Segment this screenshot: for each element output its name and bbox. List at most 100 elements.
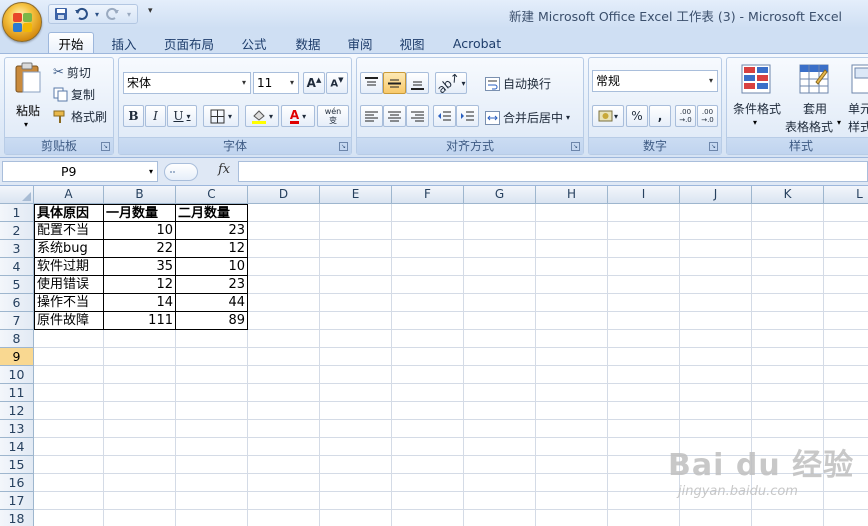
column-header[interactable]: L [824, 186, 868, 204]
cell[interactable] [320, 456, 392, 474]
cell[interactable] [34, 510, 104, 526]
cell[interactable] [464, 438, 536, 456]
cell[interactable] [824, 384, 868, 402]
cell[interactable] [320, 204, 392, 222]
accounting-format-button[interactable]: ▾ [592, 105, 624, 127]
cell[interactable] [176, 384, 248, 402]
cell[interactable] [680, 204, 752, 222]
cell[interactable] [104, 366, 176, 384]
cell[interactable] [680, 240, 752, 258]
select-all-button[interactable] [0, 186, 34, 204]
cell[interactable] [176, 474, 248, 492]
cell[interactable] [248, 384, 320, 402]
cell[interactable] [608, 276, 680, 294]
name-box[interactable]: P9 ▾ [2, 161, 158, 182]
worksheet-grid[interactable]: ABCDEFGHIJKL 1 2 3 4 5 6 7 8 9 10 11 12 13 14 15 16 17 18… [0, 186, 868, 526]
cell[interactable] [320, 240, 392, 258]
orientation-button[interactable]: ab↗ ▾ [435, 70, 467, 96]
column-header[interactable]: A [34, 186, 104, 204]
tab-insert[interactable]: 插入 [102, 32, 146, 54]
cell[interactable] [248, 294, 320, 312]
cell[interactable] [104, 384, 176, 402]
cell[interactable] [248, 240, 320, 258]
cell[interactable] [320, 330, 392, 348]
row-header[interactable]: 3 [0, 240, 34, 258]
row-header[interactable]: 1 [0, 204, 34, 222]
insert-function-icon[interactable]: fx [218, 162, 230, 177]
cell[interactable] [320, 366, 392, 384]
cell[interactable] [752, 294, 824, 312]
table-cell[interactable]: 22 [104, 240, 176, 258]
formula-input[interactable] [238, 161, 868, 182]
cell[interactable] [320, 402, 392, 420]
cell[interactable] [464, 222, 536, 240]
cell[interactable] [248, 348, 320, 366]
cell[interactable] [392, 420, 464, 438]
cell[interactable] [392, 438, 464, 456]
cell[interactable] [536, 402, 608, 420]
cell[interactable] [320, 420, 392, 438]
cell[interactable] [176, 438, 248, 456]
cell[interactable] [680, 384, 752, 402]
row-header[interactable]: 6 [0, 294, 34, 312]
cell[interactable] [320, 474, 392, 492]
cell[interactable] [464, 330, 536, 348]
row-header[interactable]: 9 [0, 348, 34, 366]
cell[interactable] [176, 402, 248, 420]
table-header-cell[interactable]: 二月数量 [176, 204, 248, 222]
column-header[interactable]: I [608, 186, 680, 204]
cell[interactable] [464, 240, 536, 258]
row-header[interactable]: 15 [0, 456, 34, 474]
cell[interactable] [824, 348, 868, 366]
cell[interactable] [248, 402, 320, 420]
cell[interactable] [104, 474, 176, 492]
cell[interactable] [824, 276, 868, 294]
bottom-align-button[interactable] [406, 72, 429, 94]
table-cell[interactable]: 23 [176, 222, 248, 240]
cell[interactable] [104, 492, 176, 510]
cell[interactable] [752, 330, 824, 348]
cell[interactable] [464, 384, 536, 402]
increase-indent-button[interactable] [456, 105, 479, 127]
cell[interactable] [176, 456, 248, 474]
cell[interactable] [752, 204, 824, 222]
row-header[interactable]: 13 [0, 420, 34, 438]
cell[interactable] [392, 402, 464, 420]
cell[interactable] [608, 294, 680, 312]
cell[interactable] [752, 402, 824, 420]
cell[interactable] [824, 294, 868, 312]
cell[interactable] [104, 510, 176, 526]
cell[interactable] [752, 366, 824, 384]
cell[interactable] [680, 366, 752, 384]
cell[interactable] [536, 384, 608, 402]
table-cell[interactable]: 系统bug [34, 240, 104, 258]
grow-font-button[interactable]: A▲ [303, 72, 325, 94]
cell[interactable] [536, 222, 608, 240]
cell[interactable] [536, 276, 608, 294]
cell[interactable] [104, 402, 176, 420]
cell[interactable] [248, 492, 320, 510]
merge-center-button[interactable]: 合并后居中 ▾ [485, 109, 570, 126]
cell[interactable] [464, 474, 536, 492]
cell[interactable] [752, 222, 824, 240]
cell[interactable] [464, 312, 536, 330]
cell[interactable] [248, 510, 320, 526]
cell[interactable] [392, 366, 464, 384]
table-cell[interactable]: 44 [176, 294, 248, 312]
cell[interactable] [392, 492, 464, 510]
cell[interactable] [248, 204, 320, 222]
row-header[interactable]: 14 [0, 438, 34, 456]
table-cell[interactable]: 操作不当 [34, 294, 104, 312]
cell[interactable] [536, 240, 608, 258]
column-header[interactable]: G [464, 186, 536, 204]
table-header-cell[interactable]: 一月数量 [104, 204, 176, 222]
cell[interactable] [824, 330, 868, 348]
font-size-select[interactable]: 11 ▾ [253, 72, 299, 94]
row-header[interactable]: 17 [0, 492, 34, 510]
cell[interactable] [752, 258, 824, 276]
cell[interactable] [680, 330, 752, 348]
cell[interactable] [536, 258, 608, 276]
cell[interactable] [608, 330, 680, 348]
cell[interactable] [34, 420, 104, 438]
row-header[interactable]: 8 [0, 330, 34, 348]
